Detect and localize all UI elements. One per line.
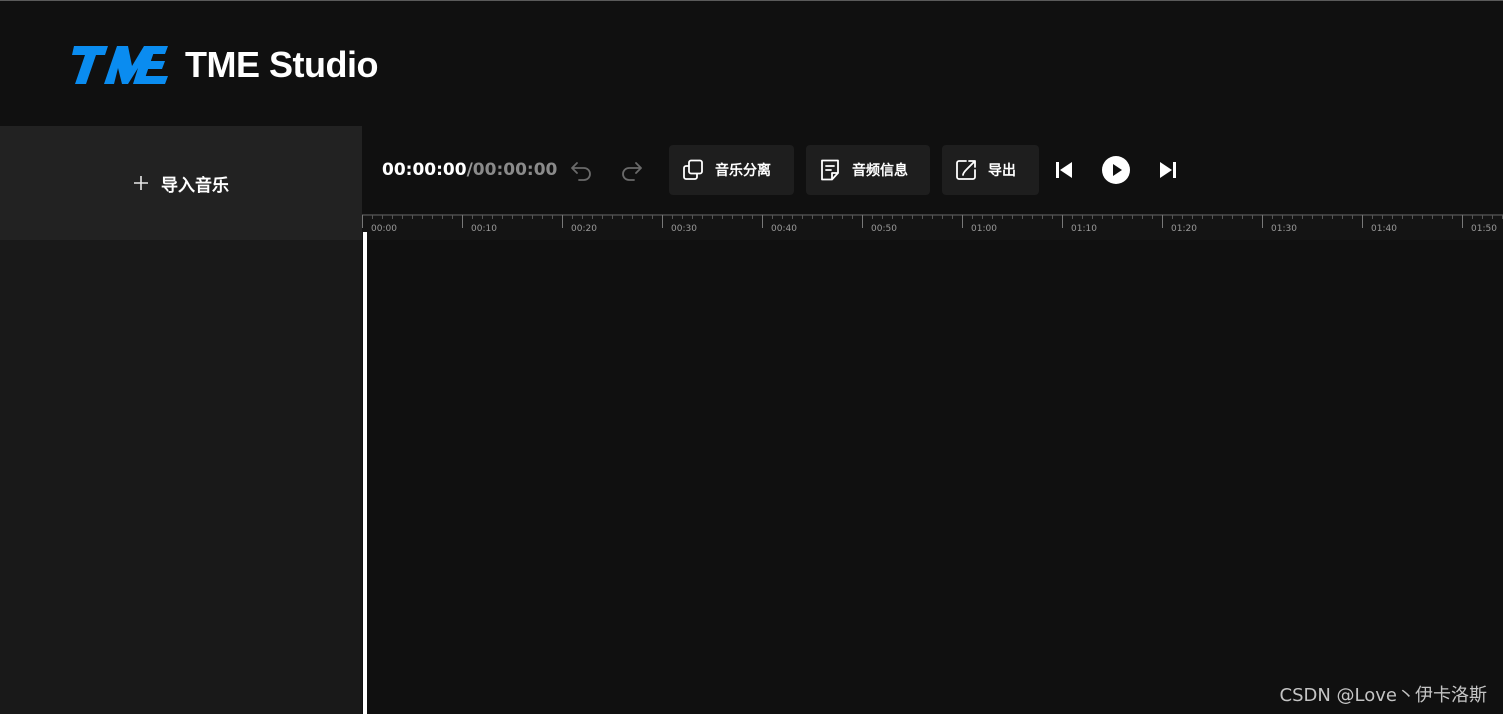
watermark: CSDN @Love丶伊卡洛斯 bbox=[1279, 685, 1488, 706]
skip-back-icon[interactable] bbox=[1054, 160, 1074, 180]
app-title: TME Studio bbox=[185, 44, 378, 85]
editor-toolbar: 00:00:00/00:00:00 音乐分离 音频信息 导出 bbox=[362, 126, 1503, 214]
app-logo[interactable]: TME Studio bbox=[72, 44, 378, 86]
ruler-tick-label: 00:30 bbox=[671, 224, 697, 234]
app-header: TME Studio bbox=[0, 1, 1503, 126]
ruler-tick-label: 00:50 bbox=[871, 224, 897, 234]
redo-icon[interactable] bbox=[619, 157, 645, 183]
ruler-tick-label: 00:00 bbox=[371, 224, 397, 234]
ruler-tick-label: 00:20 bbox=[571, 224, 597, 234]
export-button[interactable]: 导出 bbox=[942, 145, 1039, 195]
ruler-tick-label: 01:50 bbox=[1471, 224, 1497, 234]
current-time: 00:00:00 bbox=[382, 160, 467, 180]
music-separation-button[interactable]: 音乐分离 bbox=[669, 145, 794, 195]
tme-logo-icon bbox=[72, 46, 168, 84]
import-music-label: 导入音乐 bbox=[161, 175, 229, 196]
ruler-tick-label: 01:00 bbox=[971, 224, 997, 234]
plus-icon bbox=[134, 176, 148, 190]
time-display: 00:00:00/00:00:00 bbox=[382, 160, 557, 180]
audio-info-label: 音频信息 bbox=[852, 163, 908, 179]
ruler-tick-label: 00:10 bbox=[471, 224, 497, 234]
ruler-tick-label: 01:10 bbox=[1071, 224, 1097, 234]
play-icon[interactable] bbox=[1101, 155, 1131, 185]
playhead-handle[interactable] bbox=[363, 232, 367, 714]
audio-info-button[interactable]: 音频信息 bbox=[806, 145, 930, 195]
ruler-tick-label: 01:20 bbox=[1171, 224, 1197, 234]
ruler-ticks bbox=[362, 214, 1503, 228]
ruler-tick-label: 00:40 bbox=[771, 224, 797, 234]
music-separation-label: 音乐分离 bbox=[715, 163, 771, 179]
export-label: 导出 bbox=[988, 163, 1016, 179]
ruler-tick-label: 01:30 bbox=[1271, 224, 1297, 234]
ruler-tick-label: 01:40 bbox=[1371, 224, 1397, 234]
import-music-button[interactable]: 导入音乐 bbox=[0, 126, 362, 240]
undo-icon[interactable] bbox=[568, 157, 594, 183]
editor-area: 00:00:00/00:00:00 音乐分离 音频信息 导出 00:00 00:… bbox=[362, 126, 1503, 714]
skip-forward-icon[interactable] bbox=[1158, 160, 1178, 180]
sidebar: 导入音乐 bbox=[0, 126, 362, 714]
export-icon bbox=[956, 160, 976, 180]
timeline-ruler[interactable]: 00:00 00:10 00:20 00:30 00:40 00:50 01:00 01:10… bbox=[362, 214, 1503, 240]
document-icon bbox=[821, 159, 839, 181]
total-time: 00:00:00 bbox=[472, 160, 558, 180]
copy-icon bbox=[683, 159, 703, 180]
